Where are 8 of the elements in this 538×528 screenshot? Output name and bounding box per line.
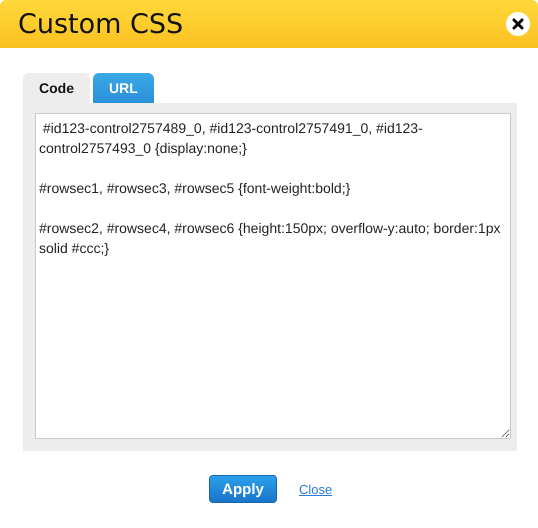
close-button[interactable]: [506, 12, 530, 36]
tab[interactable]: Code: [23, 73, 90, 103]
close-link[interactable]: Close: [299, 482, 332, 496]
apply-button[interactable]: Apply: [209, 475, 277, 503]
tab[interactable]: URL: [93, 73, 154, 103]
window-title: Custom CSS: [18, 8, 184, 40]
css-editor-field[interactable]: #id123-control2757489_0, #id123-control2757491_0, #id123-control2757493_0 {display:none;} #rowsec1, #rowsec3, #rowsec5 {font-weight:bold;} #rowsec2, #rowsec4, #rowsec6 {height:150px; overflow-y:auto; border:1px solid #ccc;}: [35, 113, 511, 439]
close-icon: [512, 18, 524, 30]
